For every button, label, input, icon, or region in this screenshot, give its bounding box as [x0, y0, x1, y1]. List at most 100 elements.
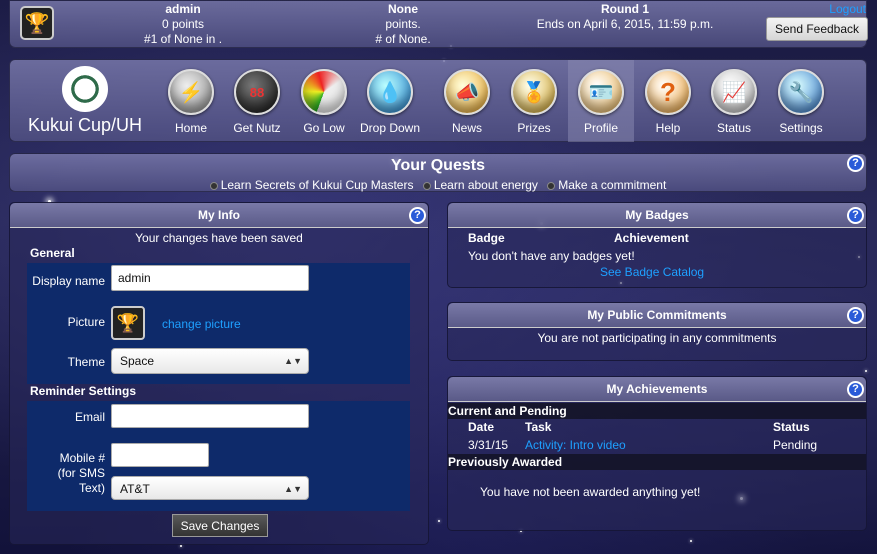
- select-arrows-icon: ▲▼: [284, 484, 302, 494]
- nav-label: Prizes: [517, 121, 551, 135]
- profile-picture: 🏆: [111, 306, 145, 340]
- quest-item[interactable]: Learn Secrets of Kukui Cup Masters: [209, 178, 413, 192]
- mobile-label: Mobile # (for SMS Text): [57, 451, 105, 495]
- change-picture-link[interactable]: change picture: [162, 317, 241, 331]
- nav-label: Settings: [779, 121, 823, 135]
- nav-prizes[interactable]: 🏅 Prizes: [501, 60, 567, 142]
- theme-label: Theme: [67, 355, 105, 369]
- task-col-header: Task: [525, 420, 552, 434]
- question-icon: ?: [645, 69, 691, 115]
- nav-get-nutz[interactable]: 88 Get Nutz: [224, 60, 290, 142]
- quests-title: Your Quests: [391, 157, 485, 174]
- water-drop-icon: 💧: [367, 69, 413, 115]
- nav-profile[interactable]: 🪪 Profile: [568, 60, 634, 142]
- status-col-header: Status: [773, 420, 810, 434]
- gauge-icon: [301, 69, 347, 115]
- user-points: 0 points: [161, 17, 205, 31]
- round-ends: Ends on April 6, 2015, 11:59 p.m.: [536, 17, 714, 31]
- team-points: points.: [385, 17, 421, 31]
- theme-select[interactable]: Space ▲▼: [111, 348, 309, 374]
- my-info-help-icon[interactable]: ?: [409, 207, 426, 224]
- trophy-icon: 🏆: [24, 12, 50, 35]
- user-summary: admin 0 points #1 of None in .: [128, 2, 238, 47]
- my-achievements-title: My Achievements: [448, 377, 866, 402]
- wrench-icon: 🔧: [778, 69, 824, 115]
- my-badges-panel: My Badges ? Badge Achievement You don't …: [447, 202, 867, 288]
- select-arrows-icon: ▲▼: [284, 356, 302, 366]
- my-achievements-panel: My Achievements ? Current and Pending Da…: [447, 376, 867, 531]
- achievements-help-icon[interactable]: ?: [847, 381, 864, 398]
- awarded-empty-message: You have not been awarded anything yet!: [480, 485, 701, 499]
- general-form: Display name Picture 🏆 change picture Th…: [27, 263, 410, 384]
- nav-label: Get Nutz: [233, 121, 281, 135]
- my-commitments-title: My Public Commitments: [448, 303, 866, 328]
- quest-bullet-icon: [422, 181, 431, 190]
- nav-label: Profile: [583, 121, 618, 135]
- user-avatar[interactable]: 🏆: [20, 6, 54, 40]
- university-seal-icon: [62, 66, 108, 112]
- chart-icon: 📈: [711, 69, 757, 115]
- my-commitments-panel: My Public Commitments ? You are not part…: [447, 302, 867, 361]
- commitments-help-icon[interactable]: ?: [847, 307, 864, 324]
- round-name: Round 1: [601, 2, 649, 16]
- quests-bar: Your Quests Learn Secrets of Kukui Cup M…: [9, 153, 867, 192]
- reminder-heading: Reminder Settings: [30, 384, 137, 398]
- logout-link[interactable]: Logout: [829, 2, 866, 16]
- nav-label: News: [451, 121, 482, 135]
- user-name: admin: [165, 2, 201, 16]
- nav-settings[interactable]: 🔧 Settings: [768, 60, 834, 142]
- quest-bullet-icon: [547, 181, 556, 190]
- current-pending-heading: Current and Pending: [448, 403, 866, 419]
- row-task-link[interactable]: Activity: Intro video: [525, 438, 626, 452]
- nav-go-low[interactable]: Go Low: [291, 60, 357, 142]
- team-summary: None points. # of None.: [348, 2, 458, 47]
- email-input[interactable]: [111, 404, 309, 428]
- brand[interactable]: Kukui Cup/UH: [20, 66, 150, 136]
- trophy-icon: ⚡: [168, 69, 214, 115]
- badge-catalog-link[interactable]: See Badge Catalog: [600, 265, 704, 279]
- team-rank: # of None.: [375, 32, 431, 46]
- user-rank: #1 of None in .: [143, 32, 223, 46]
- nav-label: Help: [655, 121, 681, 135]
- status-bar: 🏆 admin 0 points #1 of None in . None po…: [9, 0, 868, 48]
- picture-label: Picture: [67, 315, 105, 329]
- achievement-col-header: Achievement: [614, 231, 689, 245]
- team-name: None: [388, 2, 418, 16]
- nav-news[interactable]: 📣 News: [434, 60, 500, 142]
- my-info-panel: My Info ? Your changes have been saved G…: [9, 202, 429, 545]
- quest-item[interactable]: Make a commitment: [547, 178, 666, 192]
- carrier-select[interactable]: AT&T ▲▼: [111, 476, 309, 500]
- nav-label: Drop Down: [359, 121, 421, 135]
- saved-message: Your changes have been saved: [135, 231, 303, 245]
- row-status: Pending: [773, 438, 818, 452]
- badge-col-header: Badge: [468, 231, 505, 245]
- nav-status[interactable]: 📈 Status: [701, 60, 767, 142]
- quest-bullet-icon: [209, 181, 218, 190]
- date-col-header: Date: [468, 420, 495, 434]
- send-feedback-button[interactable]: Send Feedback: [766, 17, 868, 41]
- medal-icon: 🏅: [511, 69, 557, 115]
- main-nav: Kukui Cup/UH ⚡ Home 88 Get Nutz Go Low 💧…: [9, 59, 867, 142]
- nav-label: Home: [174, 121, 207, 135]
- previously-awarded-heading: Previously Awarded: [448, 454, 866, 470]
- nav-drop-down[interactable]: 💧 Drop Down: [357, 60, 423, 142]
- nav-home[interactable]: ⚡ Home: [158, 60, 224, 142]
- trophy-icon: 🏆: [116, 312, 140, 333]
- brand-name: Kukui Cup/UH: [27, 115, 143, 135]
- save-changes-button[interactable]: Save Changes: [172, 514, 268, 537]
- theme-value: Space: [120, 354, 155, 368]
- quests-help-icon[interactable]: ?: [847, 155, 864, 172]
- mobile-input[interactable]: [111, 443, 209, 467]
- carrier-value: AT&T: [120, 482, 150, 496]
- display-name-input[interactable]: [111, 265, 309, 291]
- nav-help[interactable]: ? Help: [635, 60, 701, 142]
- my-info-title: My Info: [10, 203, 428, 228]
- profile-card-icon: 🪪: [578, 69, 624, 115]
- email-label: Email: [74, 410, 105, 424]
- reminder-form: Email Mobile # (for SMS Text) AT&T ▲▼: [27, 401, 410, 511]
- quest-list: Learn Secrets of Kukui Cup Masters Learn…: [10, 178, 866, 192]
- commitments-empty-message: You are not participating in any commitm…: [537, 331, 777, 345]
- quest-item[interactable]: Learn about energy: [422, 178, 538, 192]
- badges-help-icon[interactable]: ?: [847, 207, 864, 224]
- row-date: 3/31/15: [468, 438, 509, 452]
